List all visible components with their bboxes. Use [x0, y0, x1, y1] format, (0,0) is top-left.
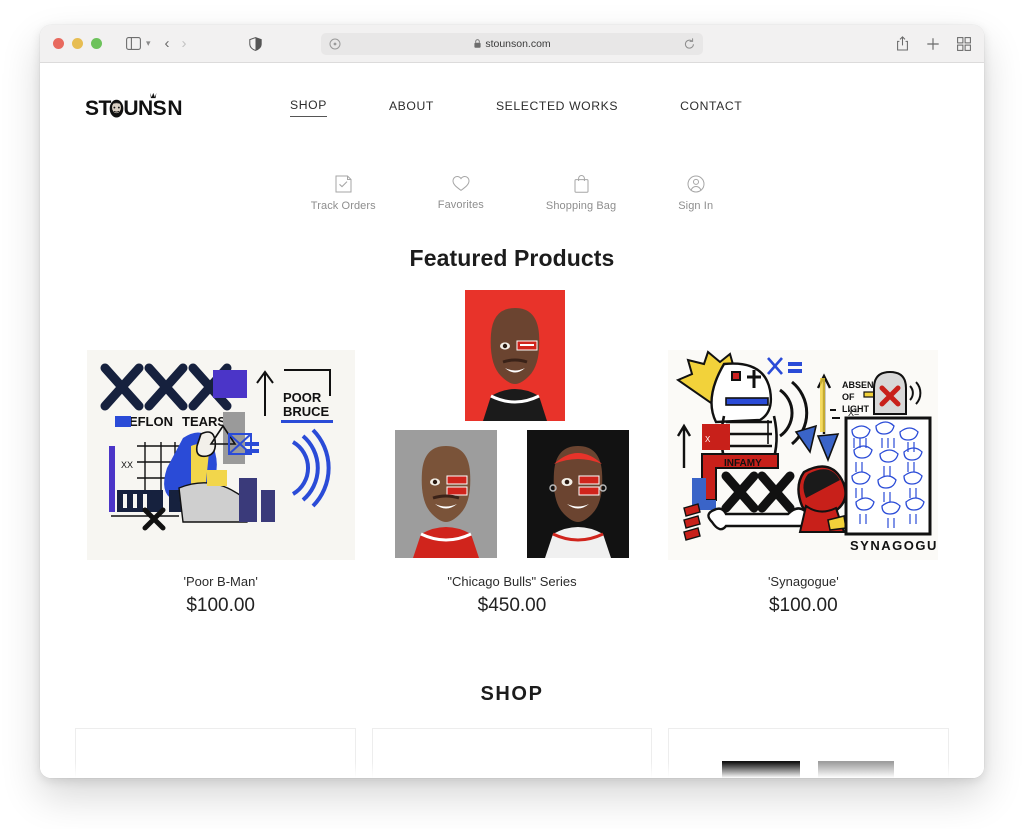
product-price: $450.00 — [477, 595, 547, 616]
minimize-window-button[interactable] — [72, 38, 83, 49]
product-name: 'Poor B-Man' — [183, 574, 258, 589]
shopping-bag-icon — [574, 175, 589, 193]
product-name: "Chicago Bulls" Series — [447, 574, 577, 589]
nav-item-shop[interactable]: SHOP — [290, 98, 327, 117]
privacy-shield-icon[interactable] — [248, 36, 262, 51]
sidebar-controls: ▾ — [122, 33, 151, 55]
nav-item-about[interactable]: ABOUT — [389, 99, 434, 117]
featured-product-card[interactable]: X INFAMY ABSENCE OF LIGHT SYNAGOGU X= 'S… — [658, 282, 949, 617]
back-button[interactable]: ‹ — [165, 36, 170, 51]
address-bar[interactable]: stounson.com — [321, 32, 703, 55]
reload-icon[interactable] — [684, 37, 695, 50]
toolbar-right-actions — [896, 36, 971, 51]
utility-track-orders[interactable]: Track Orders — [311, 175, 376, 212]
site-logo[interactable]: ST UNS N — [85, 89, 190, 123]
utility-links: Track Orders Favorites Shopping Bag Sign… — [40, 175, 984, 212]
product-price: $100.00 — [768, 595, 838, 616]
tab-overview-icon[interactable] — [957, 36, 971, 51]
product-artwork-poor-b-man[interactable]: POOR BRUCE TEFLON TEARS XX — [86, 282, 355, 560]
product-name: 'Synagogue' — [767, 574, 839, 589]
utility-label: Track Orders — [310, 200, 376, 212]
track-orders-icon — [335, 175, 352, 193]
page-settings-icon[interactable] — [329, 38, 341, 50]
utility-sign-in[interactable]: Sign In — [678, 175, 713, 212]
nav-item-selected-works[interactable]: SELECTED WORKS — [496, 99, 618, 117]
sidebar-icon[interactable] — [122, 33, 144, 55]
nav-item-contact[interactable]: CONTACT — [680, 99, 742, 117]
svg-text:OF: OF — [842, 392, 855, 402]
svg-text:INFAMY: INFAMY — [724, 458, 762, 469]
utility-label: Favorites — [437, 199, 484, 211]
product-price: $100.00 — [186, 595, 255, 616]
share-icon[interactable] — [896, 36, 909, 51]
svg-text:SYNAGOGUE: SYNAGOGUE — [850, 538, 938, 553]
site-header: ST UNS N SHOP ABOUT SELECTED WORKS CONTA… — [40, 63, 984, 123]
svg-text:N: N — [167, 97, 182, 120]
plus-icon[interactable] — [926, 37, 940, 51]
chevron-down-icon[interactable]: ▾ — [146, 38, 151, 49]
svg-text:TEARS: TEARS — [182, 414, 226, 429]
shop-products-grid — [40, 728, 984, 778]
featured-product-card[interactable]: "Chicago Bulls" Series $450.00 — [366, 282, 657, 617]
user-circle-icon — [687, 175, 705, 193]
svg-text:ST: ST — [85, 97, 111, 120]
shop-heading: SHOP — [480, 683, 544, 705]
utility-shopping-bag[interactable]: Shopping Bag — [546, 175, 616, 212]
heart-icon — [452, 175, 470, 192]
product-artwork-synagogue[interactable]: X INFAMY ABSENCE OF LIGHT SYNAGOGU X= — [668, 282, 939, 560]
url-text: stounson.com — [485, 37, 551, 50]
svg-text:UNS: UNS — [123, 97, 166, 120]
shop-product-card[interactable] — [668, 728, 949, 778]
svg-text:POOR: POOR — [283, 390, 322, 405]
featured-products-grid: POOR BRUCE TEFLON TEARS XX 'Poor B-Man' … — [40, 282, 984, 617]
close-window-button[interactable] — [53, 38, 64, 49]
browser-window: ▾ ‹ › stounson.com ST UNS N SHOP ABOUT S… — [40, 25, 984, 778]
forward-button[interactable]: › — [182, 36, 187, 51]
maximize-window-button[interactable] — [91, 38, 102, 49]
featured-product-card[interactable]: POOR BRUCE TEFLON TEARS XX 'Poor B-Man' … — [75, 282, 366, 617]
navigation-arrows: ‹ › — [165, 36, 187, 51]
svg-text:BRUCE: BRUCE — [283, 404, 330, 419]
browser-toolbar: ▾ ‹ › stounson.com — [40, 25, 984, 63]
featured-products-heading: Featured Products — [409, 245, 615, 271]
utility-favorites[interactable]: Favorites — [438, 175, 484, 212]
utility-label: Shopping Bag — [545, 200, 617, 212]
svg-text:XX: XX — [121, 460, 133, 470]
utility-label: Sign In — [678, 200, 714, 212]
shop-product-card[interactable] — [75, 728, 356, 778]
lock-icon — [474, 39, 481, 48]
svg-text:X=: X= — [848, 408, 859, 418]
shop-product-card[interactable] — [371, 728, 653, 778]
address-bar-text-group: stounson.com — [341, 38, 684, 50]
svg-text:X: X — [705, 435, 711, 444]
main-navigation: SHOP ABOUT SELECTED WORKS CONTACT — [290, 95, 742, 117]
window-controls — [53, 38, 102, 49]
product-artwork-chicago-bulls[interactable] — [387, 282, 637, 560]
webpage-content: ST UNS N SHOP ABOUT SELECTED WORKS CONTA… — [40, 63, 984, 778]
